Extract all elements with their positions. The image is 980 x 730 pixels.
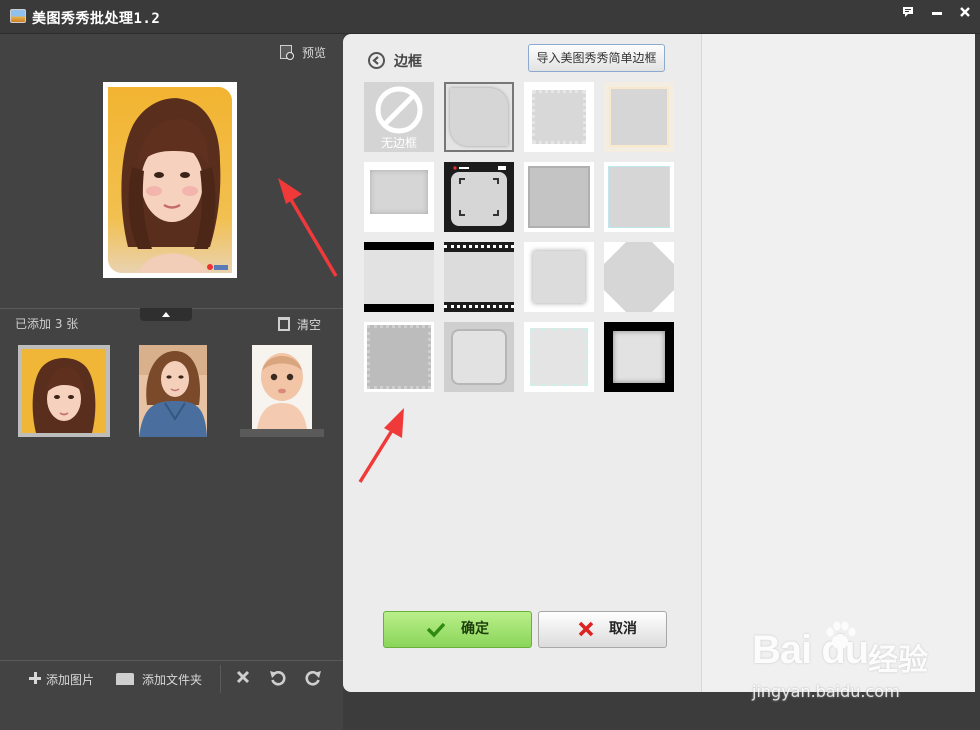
close-icon[interactable]: [954, 6, 976, 24]
right-panel: [701, 34, 975, 692]
paw-icon: [826, 621, 856, 649]
annotation-arrow-icon: [358, 408, 404, 483]
add-image-label: 添加图片: [46, 673, 95, 687]
border-option-thick-black[interactable]: [604, 322, 674, 392]
border-option-white-shadow[interactable]: [524, 242, 594, 312]
thumbnail-image: [22, 349, 106, 433]
border-option-rounded-corner[interactable]: [444, 82, 514, 152]
added-count-text: 已添加 3 张: [15, 317, 79, 331]
left-panel: 预览 已添加 3 张 清空 添加图片 添加文件夹: [0, 34, 343, 730]
feedback-icon[interactable]: [897, 6, 919, 24]
border-option-diagonal-corners[interactable]: [604, 242, 674, 312]
folder-icon: [116, 673, 134, 685]
confirm-button[interactable]: 确定: [383, 611, 532, 648]
toolbar-separator: [220, 665, 221, 693]
collapse-toggle[interactable]: [140, 308, 192, 321]
cancel-button[interactable]: 取消: [538, 611, 667, 648]
rotate-right-icon[interactable]: [303, 669, 323, 689]
bottom-toolbar: 添加图片 添加文件夹: [0, 660, 343, 730]
clear-label: 清空: [297, 318, 322, 332]
border-panel: 边框 导入美图秀秀简单边框 无边框 确定 取消: [343, 34, 701, 692]
trash-icon: [278, 317, 290, 331]
watermark: Bai du 经验 jingyan.baidu.com: [752, 618, 942, 708]
main-preview-photo: [103, 82, 237, 278]
thumbnail-selected[interactable]: [18, 345, 110, 437]
rotate-left-icon[interactable]: [268, 669, 288, 689]
border-option-shadow-white[interactable]: [364, 162, 434, 232]
thumbnail-image: [139, 345, 207, 437]
clear-button[interactable]: 清空: [278, 316, 328, 334]
border-grid: 无边框: [364, 82, 676, 394]
border-option-film-strip[interactable]: [444, 242, 514, 312]
watermark-url: jingyan.baidu.com: [752, 682, 900, 701]
portrait-image: [108, 87, 232, 273]
border-option-grey-double[interactable]: [524, 162, 594, 232]
preview-label: 预览: [302, 46, 327, 60]
no-border-label: 无边框: [380, 136, 417, 150]
confirm-label: 确定: [461, 621, 489, 637]
add-folder-button[interactable]: 添加文件夹: [116, 671, 212, 689]
preview-icon: [280, 45, 294, 60]
app-icon: [10, 9, 26, 23]
delete-icon[interactable]: [233, 669, 253, 689]
title-bar: 美图秀秀批处理1.2: [0, 0, 980, 34]
cross-icon: [577, 612, 595, 659]
border-option-none[interactable]: 无边框: [364, 82, 434, 152]
preview-button[interactable]: 预览: [280, 44, 332, 62]
minimize-icon[interactable]: [926, 6, 948, 24]
thumbnail-image: [252, 345, 312, 437]
border-option-cream-beige[interactable]: [604, 82, 674, 152]
window-title: 美图秀秀批处理1.2: [32, 11, 161, 27]
thumbnail-scroll-strip: [240, 429, 324, 437]
cancel-label: 取消: [609, 621, 637, 637]
section-title: 边框: [394, 54, 422, 70]
add-image-button[interactable]: 添加图片: [29, 671, 109, 689]
border-option-wavy-white[interactable]: [524, 82, 594, 152]
add-folder-label: 添加文件夹: [142, 673, 203, 687]
border-option-cyan-corner[interactable]: [604, 162, 674, 232]
plus-icon: [29, 672, 41, 684]
thumbnail[interactable]: [252, 345, 312, 437]
annotation-arrow-icon: [278, 178, 338, 277]
checkmark-icon: [426, 612, 446, 658]
border-option-camera-viewfinder[interactable]: [444, 162, 514, 232]
border-option-black-bars[interactable]: [364, 242, 434, 312]
border-option-rounded-grey[interactable]: [444, 322, 514, 392]
watermark-cn: 经验: [868, 643, 928, 678]
border-option-dotted-white[interactable]: [524, 322, 594, 392]
import-border-button[interactable]: 导入美图秀秀简单边框: [528, 44, 665, 72]
thumbnail[interactable]: [139, 345, 207, 437]
border-option-grey-scalloped[interactable]: [364, 322, 434, 392]
back-arrow-icon[interactable]: [368, 52, 385, 69]
